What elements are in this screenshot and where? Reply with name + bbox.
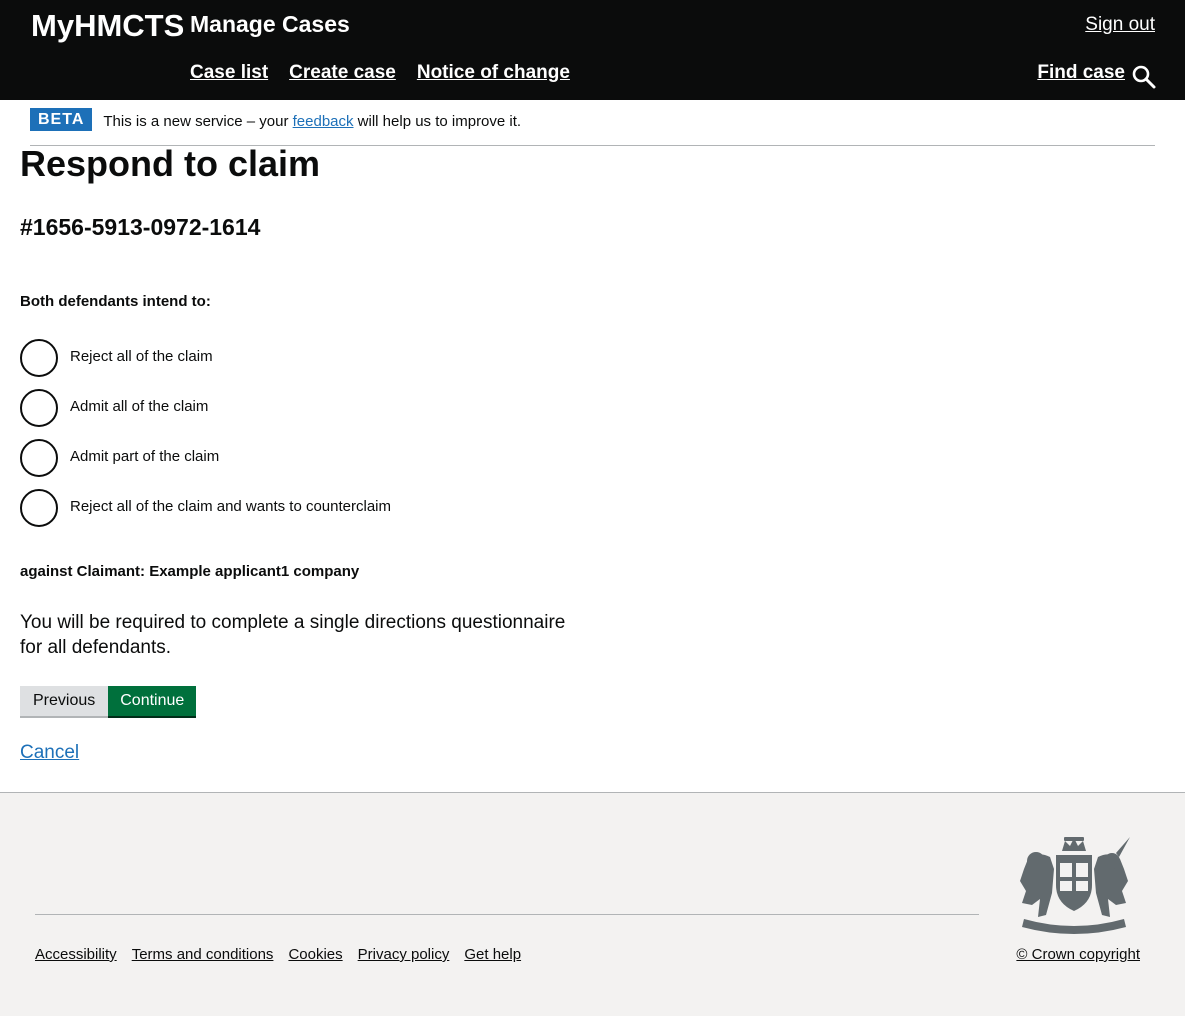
crown-copyright-link[interactable]: © Crown copyright [1016,946,1140,963]
royal-coat-of-arms-icon [1020,837,1130,934]
primary-nav: Case list Create case Notice of change [190,62,591,84]
radio-admit-all[interactable]: Admit all of the claim [20,389,208,427]
banner-text-after: will help us to improve it. [353,113,522,130]
radio-button[interactable] [20,439,58,477]
nav-notice-of-change[interactable]: Notice of change [417,62,570,84]
service-name[interactable]: Manage Cases [190,11,350,38]
previous-button[interactable]: Previous [20,686,109,716]
footer-link-accessibility[interactable]: Accessibility [35,946,117,963]
footer-link-get-help[interactable]: Get help [464,946,521,963]
radio-admit-part[interactable]: Admit part of the claim [20,439,219,477]
global-header: MyHMCTS Manage Cases Sign out Case list … [0,0,1185,100]
footer-links: Accessibility Terms and conditions Cooki… [35,946,536,963]
footer-link-privacy[interactable]: Privacy policy [358,946,450,963]
form-buttons: Previous Continue [20,686,197,716]
radio-label[interactable]: Admit part of the claim [70,448,219,465]
feedback-link[interactable]: feedback [293,113,354,130]
phase-banner: BETA This is a new service – your feedba… [30,108,1155,146]
case-reference: #1656-5913-0972-1614 [20,214,261,240]
radio-button[interactable] [20,489,58,527]
brand-logo[interactable]: MyHMCTS [31,8,184,44]
footer-link-cookies[interactable]: Cookies [288,946,342,963]
sign-out-link[interactable]: Sign out [1085,14,1155,36]
radio-button[interactable] [20,339,58,377]
phase-banner-text: This is a new service – your feedback wi… [103,113,521,130]
against-claimant-text: against Claimant: Example applicant1 com… [20,563,360,580]
continue-button[interactable]: Continue [108,686,197,716]
search-icon[interactable] [1131,64,1157,90]
radio-label[interactable]: Reject all of the claim and wants to cou… [70,498,391,515]
beta-tag: BETA [30,108,93,131]
page-title: Respond to claim [20,143,321,184]
find-case-link[interactable]: Find case [1037,62,1125,84]
nav-case-list[interactable]: Case list [190,62,268,84]
footer: Accessibility Terms and conditions Cooki… [0,792,1185,1016]
footer-divider [35,914,979,915]
radio-label[interactable]: Reject all of the claim [70,348,213,365]
cancel-link[interactable]: Cancel [20,742,79,764]
question-legend: Both defendants intend to: [20,293,211,310]
radio-reject-all[interactable]: Reject all of the claim [20,339,213,377]
radio-button[interactable] [20,389,58,427]
radio-label[interactable]: Admit all of the claim [70,398,208,415]
questionnaire-note: You will be required to complete a singl… [20,612,566,658]
footer-link-terms[interactable]: Terms and conditions [132,946,274,963]
radio-reject-and-counterclaim[interactable]: Reject all of the claim and wants to cou… [20,489,391,527]
banner-text-before: This is a new service – your [103,113,293,130]
nav-create-case[interactable]: Create case [289,62,396,84]
